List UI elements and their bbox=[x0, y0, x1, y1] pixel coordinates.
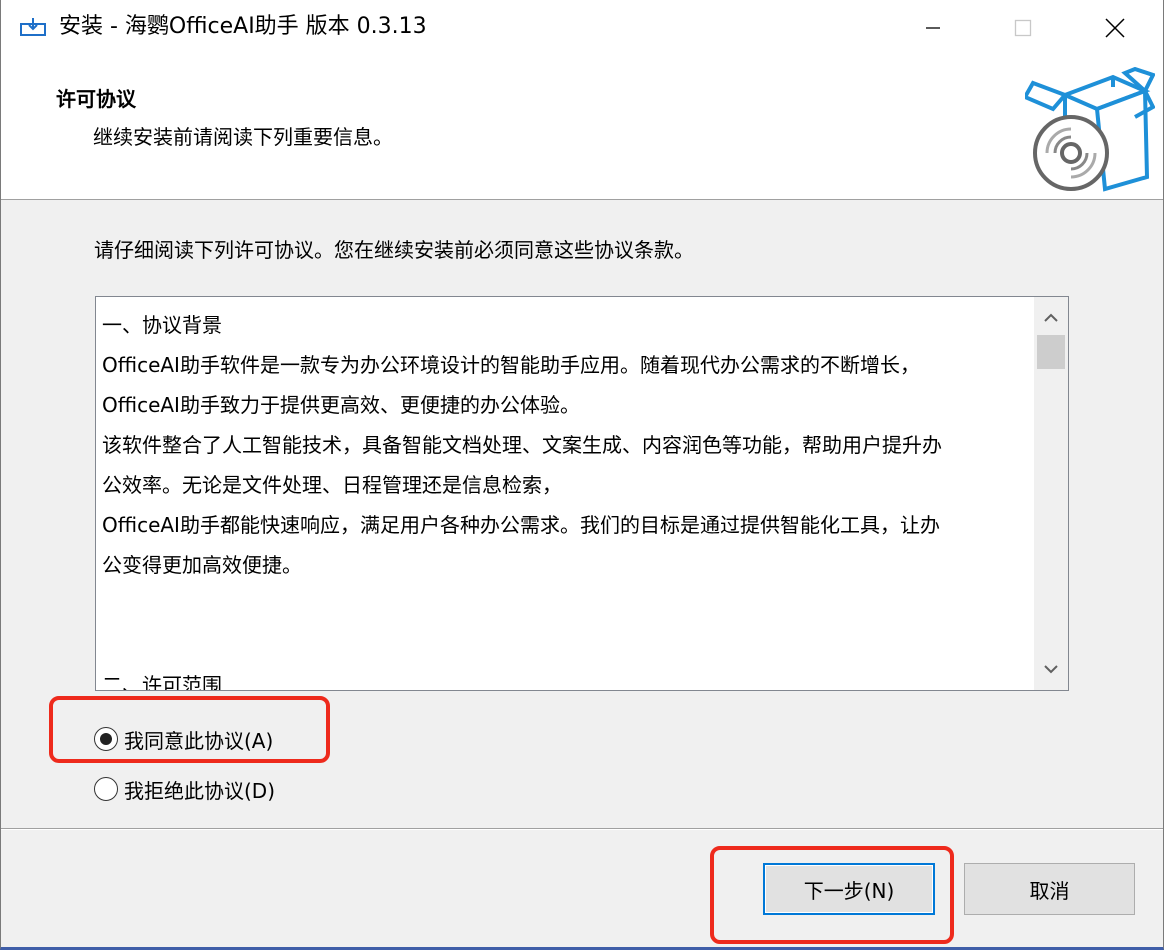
next-button[interactable]: 下一步(N) bbox=[763, 863, 935, 915]
footer-separator bbox=[1, 828, 1163, 830]
minimize-icon bbox=[926, 26, 940, 29]
license-line: 该软件整合了人工智能技术，具备智能文档处理、文案生成、内容润色等功能，帮助用户提… bbox=[102, 433, 942, 457]
chevron-down-icon bbox=[1044, 665, 1058, 674]
decline-radio-option[interactable]: 我拒绝此协议(D) bbox=[94, 774, 275, 804]
minimize-button[interactable] bbox=[887, 0, 979, 55]
title-bar: 安装 - 海鹦OfficeAI助手 版本 0.3.13 bbox=[1, 0, 1163, 55]
agree-radio-button[interactable] bbox=[94, 727, 118, 751]
radio-selected-dot bbox=[100, 733, 112, 745]
wizard-header: 许可协议 继续安装前请阅读下列重要信息。 bbox=[1, 55, 1163, 200]
decline-radio-label[interactable]: 我拒绝此协议(D) bbox=[124, 775, 275, 804]
agree-radio-option[interactable]: 我同意此协议(A) bbox=[94, 724, 273, 754]
scroll-down-button[interactable] bbox=[1034, 652, 1068, 686]
license-line: OfficeAI助手都能快速响应，满足用户各种办公需求。我们的目标是通过提供智能… bbox=[102, 513, 940, 537]
maximize-button[interactable] bbox=[977, 0, 1069, 55]
software-box-cd-icon bbox=[1025, 67, 1155, 192]
license-text: 一、协议背景 OfficeAI助手软件是一款专为办公环境设计的智能助手应用。随着… bbox=[102, 305, 1032, 691]
license-line: 公变得更加高效便捷。 bbox=[102, 553, 302, 577]
license-line bbox=[102, 585, 1032, 625]
license-line bbox=[102, 625, 1032, 665]
page-subtitle: 继续安装前请阅读下列重要信息。 bbox=[93, 125, 393, 149]
window-title: 安装 - 海鹦OfficeAI助手 版本 0.3.13 bbox=[59, 14, 427, 39]
page-title: 许可协议 bbox=[56, 87, 136, 111]
license-intro-text: 请仔细阅读下列许可协议。您在继续安装前必须同意这些协议条款。 bbox=[94, 238, 694, 262]
installer-app-icon bbox=[20, 18, 46, 36]
license-scrollbar[interactable] bbox=[1034, 297, 1068, 690]
close-icon bbox=[1105, 17, 1125, 38]
license-line: 二、许可范围 bbox=[102, 673, 222, 691]
maximize-icon bbox=[1014, 19, 1032, 36]
license-line: 公效率。无论是文件处理、日程管理还是信息检索， bbox=[102, 473, 562, 497]
scroll-thumb[interactable] bbox=[1037, 335, 1065, 369]
license-line: 一、协议背景 bbox=[102, 313, 222, 337]
installer-window: 安装 - 海鹦OfficeAI助手 版本 0.3.13 许可协议 继续安装前请阅… bbox=[0, 0, 1164, 950]
license-line: OfficeAI助手软件是一款专为办公环境设计的智能助手应用。随着现代办公需求的… bbox=[102, 353, 920, 377]
license-textbox[interactable]: 一、协议背景 OfficeAI助手软件是一款专为办公环境设计的智能助手应用。随着… bbox=[95, 296, 1069, 691]
chevron-up-icon bbox=[1044, 313, 1058, 322]
scroll-up-button[interactable] bbox=[1034, 301, 1068, 335]
close-button[interactable] bbox=[1069, 0, 1161, 55]
license-line: OfficeAI助手致力于提供更高效、更便捷的办公体验。 bbox=[102, 393, 580, 417]
decline-radio-button[interactable] bbox=[94, 777, 118, 801]
agree-radio-label[interactable]: 我同意此协议(A) bbox=[124, 725, 273, 754]
cancel-button[interactable]: 取消 bbox=[964, 863, 1135, 915]
